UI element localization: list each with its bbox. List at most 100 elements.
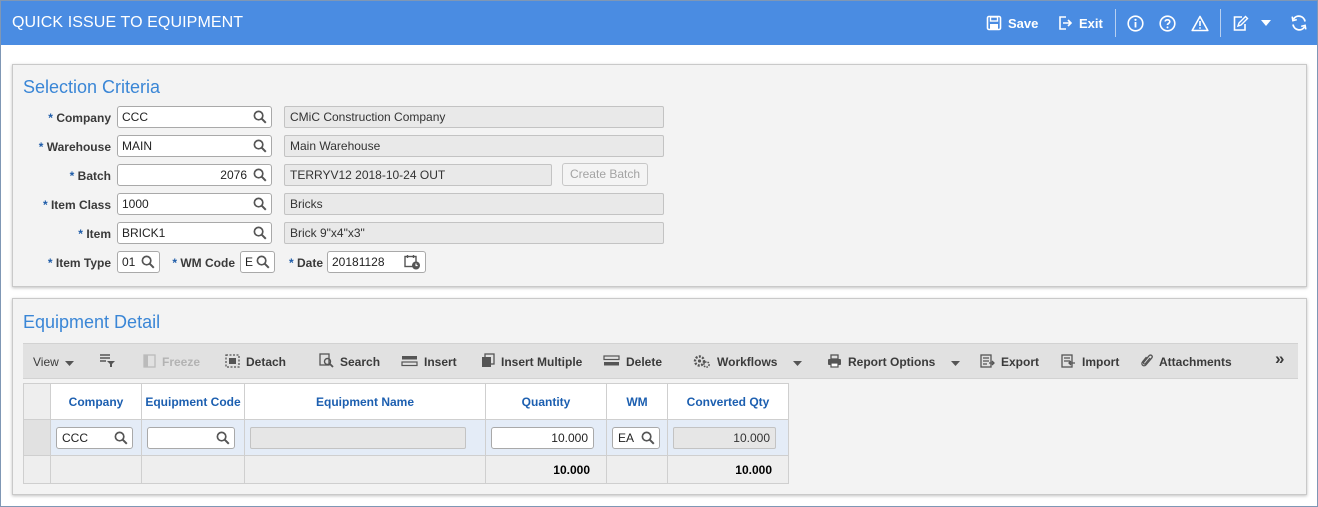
item-class-label: * Item Class [23,198,111,212]
company-input[interactable]: CCC [117,106,272,128]
report-options-menu[interactable]: Report Options [827,353,966,370]
search-icon[interactable] [253,197,267,214]
column-header-wm[interactable]: WM [606,383,668,420]
app-window: QUICK ISSUE TO EQUIPMENT Save Exit Selec… [0,0,1318,507]
search-icon[interactable] [253,168,267,185]
info-icon[interactable] [1127,13,1144,33]
chevron-down-icon[interactable] [1261,13,1271,33]
row-equipment-code-input[interactable] [147,427,235,449]
search-icon[interactable] [253,110,267,127]
create-batch-button[interactable]: Create Batch [562,163,648,186]
item-input[interactable]: BRICK1 [117,222,272,244]
batch-input[interactable]: 2076 [117,164,272,186]
calendar-icon[interactable] [404,254,421,272]
delete-button[interactable]: Delete [603,354,662,370]
insert-multiple-label: Insert Multiple [501,355,583,369]
item-class-value: 1000 [122,197,149,211]
required-marker: * [69,169,75,183]
required-marker: * [172,256,177,270]
table-row[interactable]: CCC 10.000 EA 10.000 [23,419,789,456]
date-input[interactable]: 20181128 [327,251,426,273]
import-icon [1061,353,1082,371]
row-quantity-input[interactable]: 10.000 [491,427,594,449]
exit-label: Exit [1079,15,1103,31]
insert-row-icon [401,354,424,371]
detach-label: Detach [246,355,287,369]
page-title: QUICK ISSUE TO EQUIPMENT [12,14,244,31]
column-header-equipment-name[interactable]: Equipment Name [244,383,486,420]
exit-button[interactable]: Exit [1057,13,1103,33]
edit-icon[interactable] [1232,13,1249,33]
item-label: * Item [23,227,111,241]
column-header-converted-qty[interactable]: Converted Qty [667,383,789,420]
warehouse-value: MAIN [122,139,152,153]
search-icon[interactable] [216,431,230,451]
wm-cell: EA [606,419,668,456]
delete-row-icon [603,354,626,371]
equipment-detail-title: Equipment Detail [23,312,161,332]
item-type-label-text: Item Type [55,256,111,270]
item-class-label-text: Item Class [50,198,111,212]
item-label-text: Item [86,227,111,241]
attachments-button[interactable]: Attachments [1141,354,1232,370]
import-label: Import [1082,355,1120,369]
required-marker: * [78,227,83,241]
column-header-quantity[interactable]: Quantity [485,383,607,420]
wm-code-label: * WM Code [165,256,235,270]
workflows-menu[interactable]: Workflows [693,354,808,370]
more-tools-button[interactable]: » [1275,349,1284,368]
view-label: View [33,355,59,369]
search-icon[interactable] [114,431,128,451]
item-name-display: Brick 9"x4"x3" [284,222,664,244]
batch-description-display: TERRYV12 2018-10-24 OUT [284,164,552,186]
search-icon[interactable] [253,226,267,243]
equipment-code-cell [141,419,245,456]
search-icon[interactable] [253,139,267,156]
selection-criteria-panel: Selection Criteria * Company CCC CMiC Co… [12,64,1307,287]
freeze-label: Freeze [162,355,201,369]
search-icon[interactable] [641,431,655,451]
paperclip-icon [1141,353,1159,371]
row-company-input[interactable]: CCC [56,427,133,449]
export-button[interactable]: Export [980,353,1039,370]
warehouse-label-text: Warehouse [46,140,111,154]
row-company-value: CCC [62,431,88,445]
freeze-button[interactable]: Freeze [143,353,201,370]
column-header-company[interactable]: Company [50,383,142,420]
date-label: * Date [281,256,323,270]
search-button[interactable]: Search [319,353,380,370]
insert-button[interactable]: Insert [401,354,457,370]
search-icon[interactable] [256,255,270,272]
wm-code-input[interactable]: E [240,251,275,273]
refresh-icon[interactable] [1290,13,1308,33]
import-button[interactable]: Import [1061,353,1120,371]
insert-multiple-button[interactable]: Insert Multiple [481,353,583,370]
save-label: Save [1008,15,1039,31]
totals-blank [141,455,245,484]
company-name-display: CMiC Construction Company [284,106,664,128]
row-equipment-name-display [250,427,466,449]
detach-button[interactable]: Detach [225,353,287,370]
save-button[interactable]: Save [986,13,1038,33]
warning-icon[interactable] [1191,13,1209,33]
title-bar: QUICK ISSUE TO EQUIPMENT Save Exit [1,1,1317,45]
warehouse-input[interactable]: MAIN [117,135,272,157]
column-header-equipment-code[interactable]: Equipment Code [141,383,245,420]
row-wm-input[interactable]: EA [612,427,660,449]
item-type-input[interactable]: 01 [117,251,160,273]
help-icon[interactable] [1159,13,1176,33]
item-type-label: * Item Type [23,256,111,270]
equipment-detail-panel: Equipment Detail View Freeze Detach Sear… [12,298,1307,495]
filter-button[interactable] [99,354,122,370]
view-menu[interactable]: View [33,354,80,370]
row-selector[interactable] [23,419,51,456]
caret-down-icon [793,355,808,369]
delete-label: Delete [626,355,663,369]
grid-toolbar: View Freeze Detach Search Insert Insert … [23,343,1298,379]
search-icon[interactable] [141,255,155,272]
report-options-label: Report Options [848,355,936,369]
insert-label: Insert [424,355,457,369]
required-marker: * [38,140,44,154]
required-marker: * [47,256,53,270]
item-class-input[interactable]: 1000 [117,193,272,215]
